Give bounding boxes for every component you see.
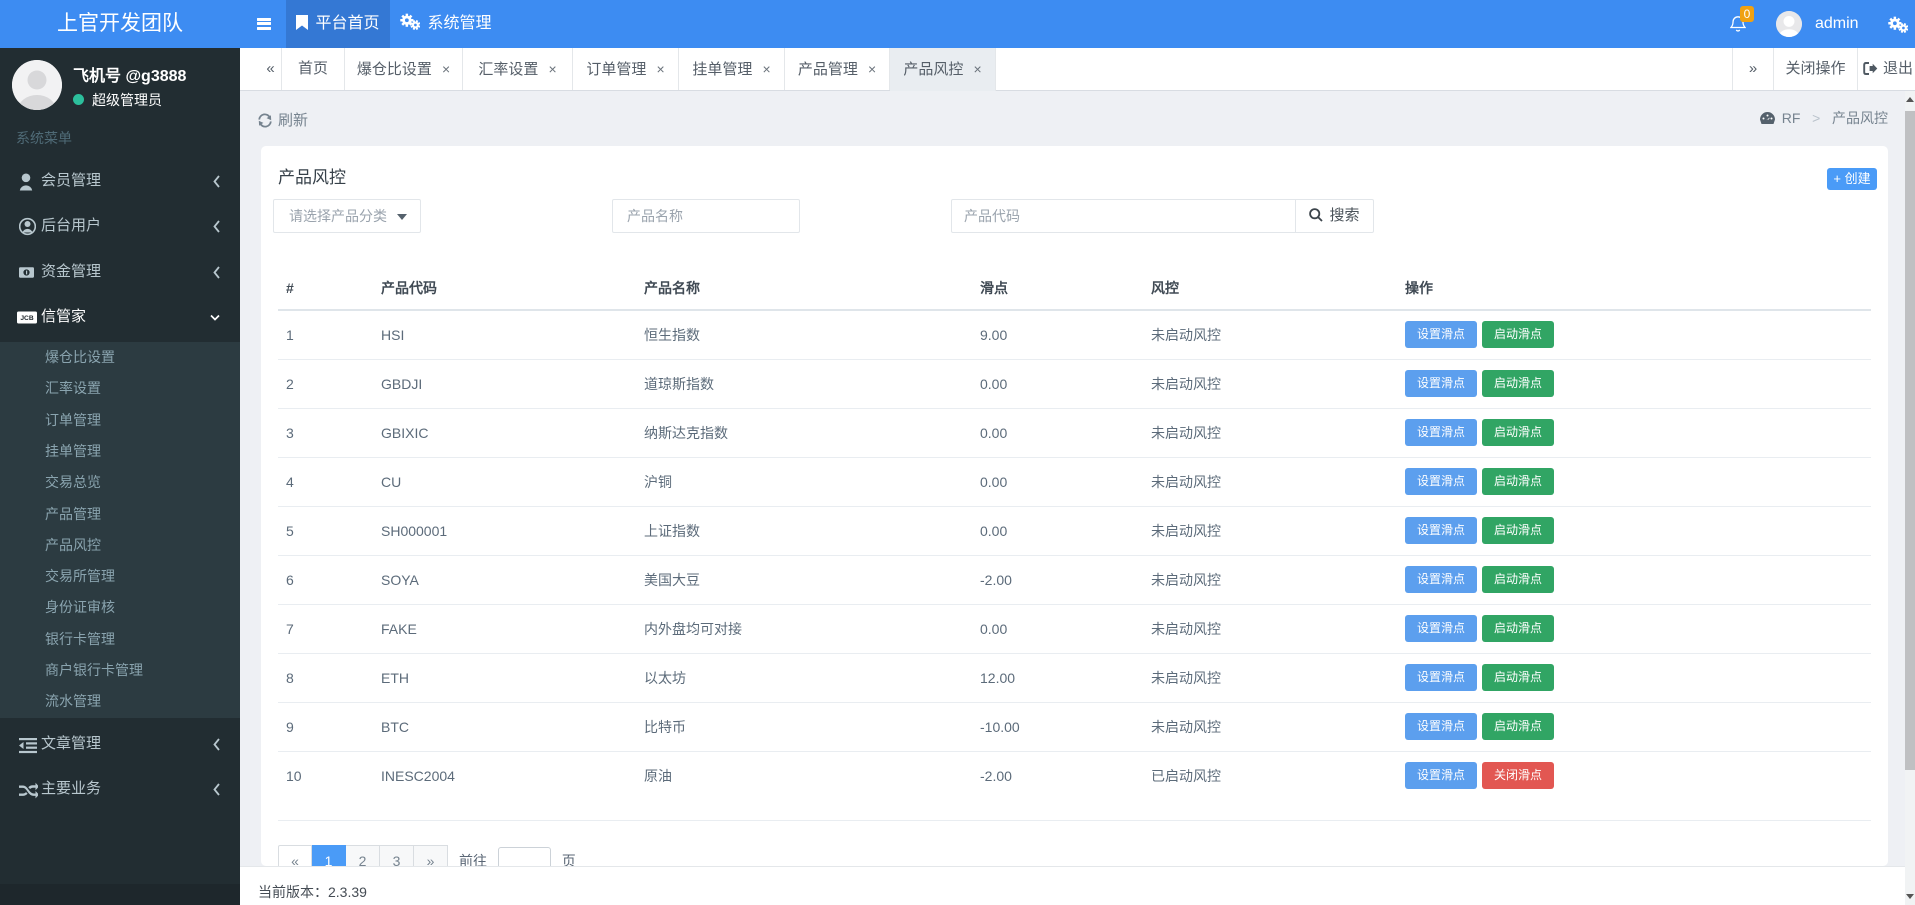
svg-text:JCB: JCB (20, 315, 34, 322)
